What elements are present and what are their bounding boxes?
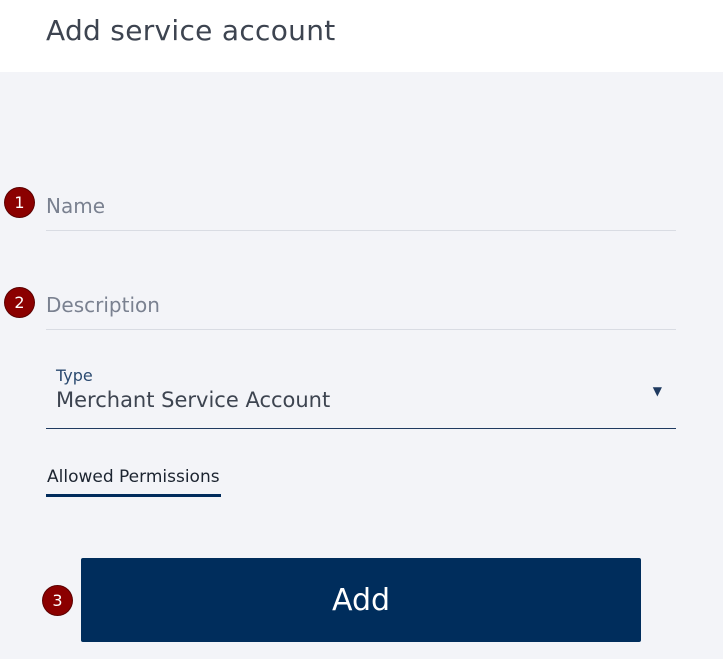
add-button[interactable]: Add xyxy=(81,558,641,642)
page-title: Add service account xyxy=(46,14,336,47)
description-field[interactable] xyxy=(46,287,676,330)
name-input[interactable] xyxy=(46,188,676,224)
description-input[interactable] xyxy=(46,287,676,323)
annotation-badge-3: 3 xyxy=(43,586,72,615)
type-label: Type xyxy=(56,366,93,385)
tab-allowed-permissions[interactable]: Allowed Permissions xyxy=(46,467,221,497)
name-field[interactable] xyxy=(46,188,676,231)
annotation-badge-2: 2 xyxy=(5,288,34,317)
annotation-badge-1: 1 xyxy=(5,188,34,217)
header-bar: Add service account xyxy=(0,0,723,72)
caret-down-icon: ▼ xyxy=(652,384,662,398)
type-select[interactable]: Type Merchant Service Account ▼ xyxy=(46,364,676,429)
type-selected-value: Merchant Service Account xyxy=(56,388,331,412)
